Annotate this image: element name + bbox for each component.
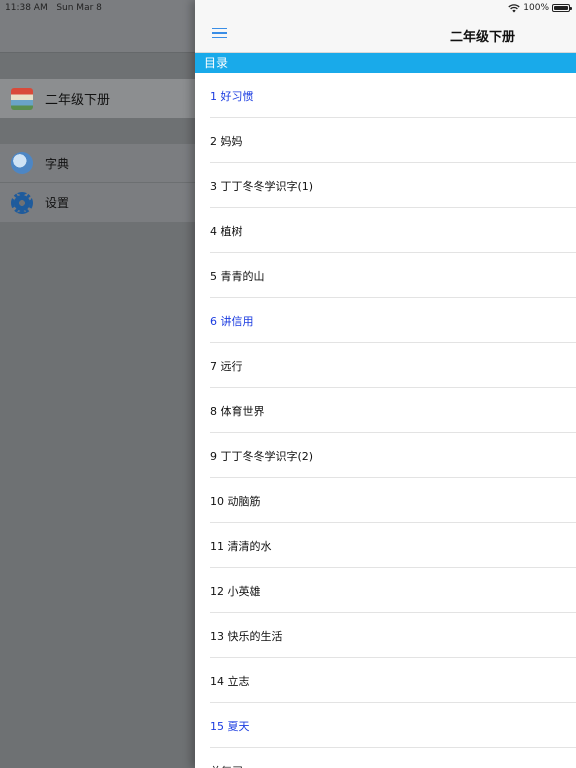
sidebar-item-label: 字典 [45, 156, 70, 171]
wifi-icon [508, 3, 520, 12]
list-item[interactable]: 10 动脑筋 [195, 478, 576, 523]
list-item[interactable]: 1 好习惯 [195, 73, 576, 118]
list-item[interactable]: 4 植树 [195, 208, 576, 253]
hamburger-menu-icon[interactable] [212, 28, 227, 38]
status-time: 11:38 AM Sun Mar 8 [5, 3, 102, 13]
list-item[interactable]: 8 体育世界 [195, 388, 576, 433]
list-item[interactable]: 13 快乐的生活 [195, 613, 576, 658]
list-item[interactable]: 15 夏天 [195, 703, 576, 748]
list-item[interactable]: 7 远行 [195, 343, 576, 388]
lesson-list: 1 好习惯 2 妈妈 3 丁丁冬冬学识字(1) 4 植树 5 青青的山 6 讲信用 7 远行… [195, 73, 576, 768]
sidebar-item-book[interactable]: 二年级下册 [0, 79, 195, 118]
status-right: 100% [508, 3, 572, 13]
list-item[interactable]: 14 立志 [195, 658, 576, 703]
list-item[interactable]: 9 丁丁冬冬学识字(2) [195, 433, 576, 478]
sidebar-item-settings[interactable]: 设置 [0, 183, 195, 222]
sidebar-menu: 字典 设置 [0, 144, 195, 222]
sidebar-item-label: 二年级下册 [45, 93, 111, 108]
list-item[interactable]: 5 青青的山 [195, 253, 576, 298]
battery-percent: 100% [523, 3, 549, 13]
battery-icon [552, 4, 572, 12]
dictionary-icon [11, 152, 33, 174]
sidebar: 二年级下册 字典 设置 [0, 0, 195, 768]
section-header: 目录 [195, 53, 576, 73]
sidebar-item-dictionary[interactable]: 字典 [0, 144, 195, 183]
list-item[interactable]: 12 小英雄 [195, 568, 576, 613]
gear-icon [11, 191, 33, 214]
list-item[interactable]: 11 清清的水 [195, 523, 576, 568]
list-item[interactable]: 总复习 [195, 748, 576, 768]
status-bar: 11:38 AM Sun Mar 8 100% [0, 0, 576, 16]
sidebar-item-label: 设置 [45, 196, 70, 210]
list-item[interactable]: 6 讲信用 [195, 298, 576, 343]
list-item[interactable]: 3 丁丁冬冬学识字(1) [195, 163, 576, 208]
page-title: 二年级下册 [450, 30, 516, 45]
lesson-panel: 二年级下册 目录 1 好习惯 2 妈妈 3 丁丁冬冬学识字(1) 4 植树 5 青青的山… [195, 0, 576, 768]
list-item[interactable]: 2 妈妈 [195, 118, 576, 163]
book-cover-icon [11, 87, 33, 110]
